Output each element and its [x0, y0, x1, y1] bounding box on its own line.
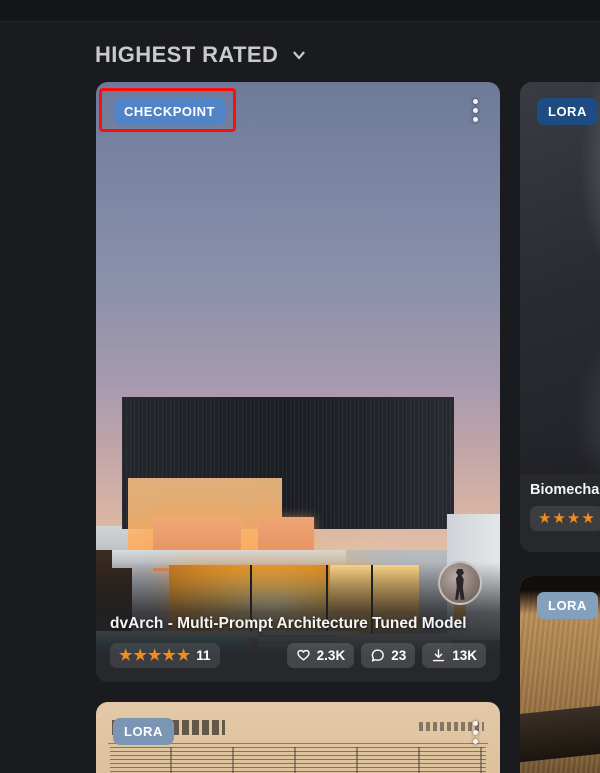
- lora-badge[interactable]: LORA: [537, 592, 598, 619]
- app-top-bar: [0, 0, 600, 22]
- card-footer: dvArch - Multi-Prompt Architecture Tuned…: [96, 603, 500, 682]
- avatar[interactable]: [438, 561, 482, 605]
- heart-icon: [296, 648, 311, 663]
- star-rating: ★ ★ ★ ★ ★: [119, 648, 190, 663]
- model-title: Biomecha: [530, 482, 600, 498]
- model-title: dvArch - Multi-Prompt Architecture Tuned…: [110, 614, 467, 632]
- model-card-featured[interactable]: CHECKPOINT dvArch - Multi-Prompt Archite…: [96, 82, 500, 682]
- comment-icon: [370, 648, 385, 663]
- model-card-newspaper[interactable]: LORA: [96, 702, 500, 773]
- likes-count: 2.3K: [316, 648, 346, 663]
- checkpoint-badge[interactable]: CHECKPOINT: [113, 98, 226, 125]
- lora-badge[interactable]: LORA: [537, 98, 598, 125]
- downloads-count: 13K: [452, 648, 477, 663]
- lora-badge[interactable]: LORA: [113, 718, 174, 745]
- star-icon: ★: [566, 510, 581, 527]
- kebab-menu-icon[interactable]: [464, 96, 486, 124]
- star-icon: ★: [581, 510, 595, 527]
- star-icon: ★: [552, 510, 566, 527]
- star-icon: ★: [133, 647, 147, 664]
- download-icon: [431, 648, 446, 663]
- star-rating[interactable]: ★ ★ ★ ★: [530, 506, 600, 531]
- star-icon: ★: [176, 647, 191, 664]
- rating-pill[interactable]: ★ ★ ★ ★ ★ 11: [110, 643, 220, 668]
- star-icon: ★: [162, 647, 176, 664]
- star-icon: ★: [119, 647, 133, 664]
- star-icon: ★: [538, 510, 552, 527]
- section-header[interactable]: HIGHEST RATED: [95, 42, 308, 68]
- chevron-down-icon[interactable]: [290, 46, 308, 64]
- page-title: HIGHEST RATED: [95, 42, 279, 67]
- comments-pill[interactable]: 23: [361, 643, 416, 668]
- comments-count: 23: [391, 648, 407, 663]
- star-icon: ★: [147, 647, 162, 664]
- downloads-pill[interactable]: 13K: [422, 643, 486, 668]
- model-card-grass[interactable]: LORA: [520, 576, 600, 773]
- card-footer: Biomecha ★ ★ ★ ★: [520, 474, 600, 552]
- page-root: HIGHEST RATED CHECKPOINT dvArch - Multi-…: [0, 0, 600, 773]
- model-card-biomech[interactable]: LORA Biomecha ★ ★ ★ ★: [520, 82, 600, 552]
- stats-row: ★ ★ ★ ★ ★ 11 2.3K 23 13K: [110, 643, 486, 668]
- kebab-menu-icon[interactable]: [464, 718, 486, 746]
- rating-count: 11: [196, 648, 211, 663]
- likes-pill[interactable]: 2.3K: [286, 643, 355, 668]
